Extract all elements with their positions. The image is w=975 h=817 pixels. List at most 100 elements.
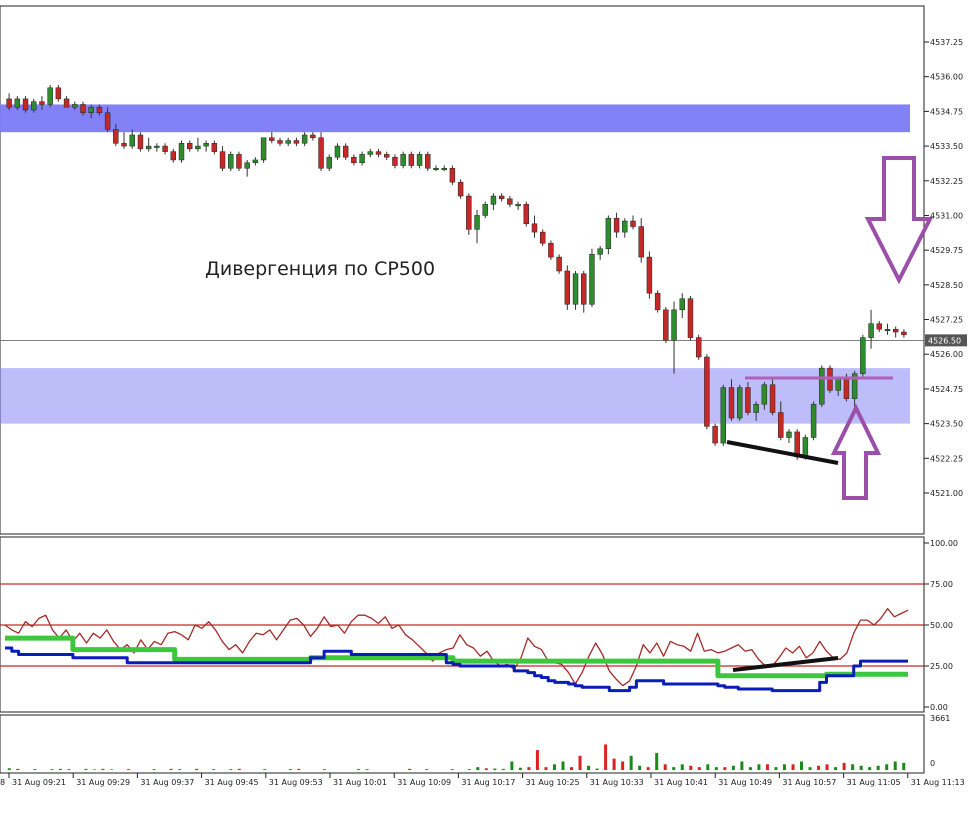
time-tick-label: 31 Aug 09:37	[140, 778, 194, 787]
candle-body	[39, 101, 45, 105]
candle-body	[802, 437, 809, 458]
candle-body	[186, 143, 193, 150]
volume-panel[interactable]	[0, 714, 925, 774]
volume-bar	[84, 768, 88, 770]
price-tick-label: 4522.25	[930, 454, 963, 463]
volume-bar	[50, 769, 54, 770]
candle-body	[170, 151, 176, 161]
candle-body	[843, 378, 850, 399]
volume-bar	[731, 765, 735, 770]
candle	[47, 85, 53, 108]
candle	[178, 140, 185, 163]
volume-bar	[629, 755, 633, 770]
volume-bar	[493, 768, 497, 770]
candle	[712, 423, 718, 446]
volume-bar	[638, 765, 642, 770]
volume-bar	[885, 764, 889, 770]
volume-bar	[859, 765, 863, 770]
candle-body	[228, 154, 234, 169]
candle-body	[679, 298, 685, 311]
candle-body	[285, 140, 291, 144]
candle-body	[441, 168, 447, 171]
time-tick-label: 31 Aug 09:21	[12, 778, 66, 787]
volume-bar	[263, 769, 267, 770]
time-tick-label: 31 Aug 09:45	[205, 778, 259, 787]
candle	[646, 251, 653, 299]
volume-bar	[467, 769, 471, 770]
time-tick-label: 31 Aug 10:41	[654, 778, 708, 787]
volume-bar	[527, 767, 531, 770]
volume-bar	[237, 768, 241, 770]
candle	[228, 151, 234, 172]
volume-bar	[92, 769, 96, 770]
candle-body	[277, 140, 283, 144]
volume-bar	[646, 767, 650, 770]
candle-body	[318, 137, 324, 169]
candle-body	[720, 387, 727, 444]
candle-body	[753, 403, 759, 413]
candle-body	[622, 220, 628, 233]
volume-bar	[834, 767, 838, 770]
candle-body	[63, 98, 70, 108]
candle-body	[113, 129, 119, 144]
price-tick-label: 4526.00	[930, 350, 963, 359]
candle	[769, 379, 776, 416]
volume-bar	[740, 761, 744, 770]
volume-bar	[7, 768, 11, 770]
time-tick-label: 31 Aug 09:53	[269, 778, 323, 787]
supply-demand-zone	[0, 104, 910, 133]
time-tick-label: 31 Aug 11:05	[847, 778, 901, 787]
candle-body	[375, 151, 382, 155]
indicator-tick-label: 25.00	[930, 662, 953, 671]
candle	[318, 132, 324, 172]
volume-bar	[595, 768, 599, 770]
candle	[819, 365, 825, 407]
volume-bar	[782, 764, 786, 770]
candle	[425, 151, 431, 172]
time-tick-label: 31 Aug 10:17	[461, 778, 515, 787]
candle-body	[769, 384, 776, 413]
candle-body	[548, 242, 554, 258]
candle-body	[342, 145, 349, 158]
candle-body	[638, 226, 644, 258]
candle	[860, 334, 866, 377]
candle-body	[663, 309, 669, 341]
candle-body	[260, 137, 267, 161]
candle-body	[539, 231, 546, 244]
candle-body	[408, 154, 415, 166]
volume-bar	[570, 767, 574, 770]
price-tick-label: 4528.50	[930, 281, 963, 290]
candle-body	[433, 168, 439, 171]
chart-window: Дивергенция по СР500 4537.25 4536.00 4534.…	[0, 5, 967, 787]
candle	[704, 354, 710, 430]
volume-bar	[101, 768, 105, 770]
volume-bar	[16, 768, 20, 770]
price-tick-label: 4536.00	[930, 73, 963, 82]
candle-body	[507, 198, 513, 205]
candle-body	[630, 220, 636, 227]
candle-body	[425, 154, 431, 169]
candle-body	[654, 292, 661, 311]
candle-body	[244, 162, 250, 169]
price-tick-label: 4533.50	[930, 142, 963, 151]
candle-body	[162, 145, 168, 152]
volume-bar	[774, 767, 778, 770]
candle-body	[728, 387, 735, 419]
candle-body	[860, 337, 866, 374]
candle-body	[236, 154, 242, 169]
volume-bar	[357, 769, 361, 770]
time-tick-label: 31 Aug 10:01	[333, 778, 387, 787]
price-tick-label: 4537.25	[930, 38, 963, 47]
candle-body	[868, 323, 874, 338]
candle-body	[178, 143, 185, 161]
candle-body	[482, 204, 488, 216]
volume-bar	[612, 758, 616, 770]
volume-bar	[663, 764, 667, 770]
candle-body	[121, 143, 127, 147]
candle-body	[104, 112, 111, 130]
current-price-label: 4526.50	[928, 336, 961, 345]
volume-bar	[765, 764, 769, 770]
indicator-tick-label: 75.00	[930, 580, 953, 589]
candle	[737, 384, 743, 421]
candle-body	[564, 270, 571, 305]
